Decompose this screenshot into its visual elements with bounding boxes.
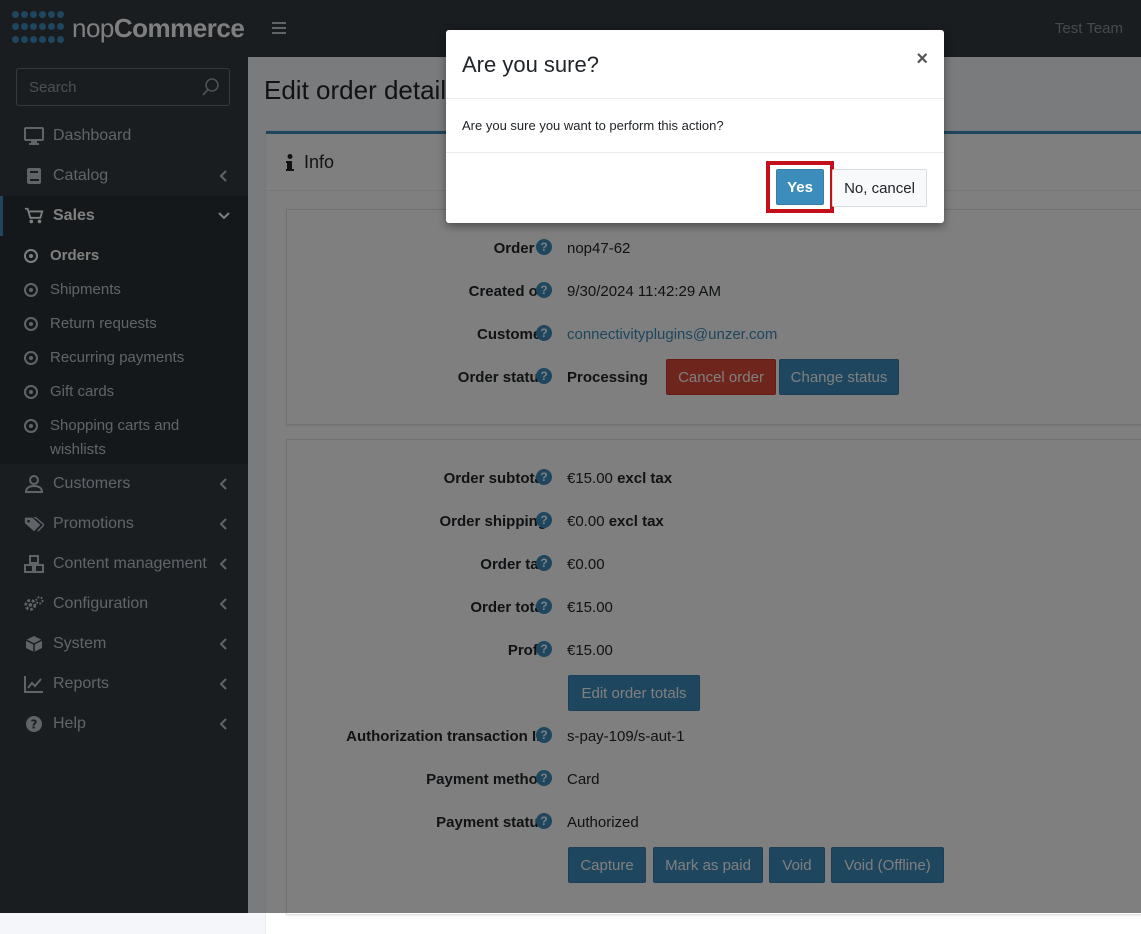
dialog-title: Are you sure? — [462, 52, 599, 77]
dialog-message: Are you sure you want to perform this ac… — [462, 118, 724, 133]
yes-button-highlight: Yes — [766, 161, 834, 213]
no-cancel-button[interactable]: No, cancel — [832, 169, 927, 207]
close-icon[interactable]: × — [916, 48, 928, 71]
confirm-dialog: Are you sure? × Are you sure you want to… — [446, 30, 944, 223]
dialog-footer: Yes No, cancel — [446, 152, 944, 224]
dialog-header: Are you sure? × — [446, 30, 944, 99]
yes-button[interactable]: Yes — [776, 169, 824, 205]
